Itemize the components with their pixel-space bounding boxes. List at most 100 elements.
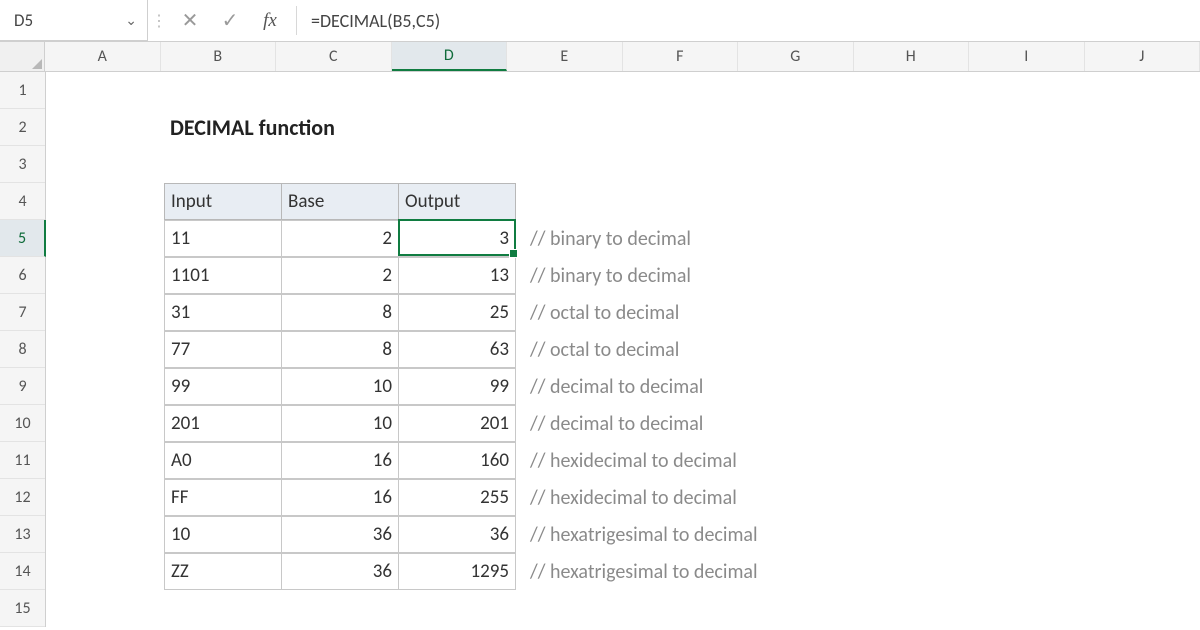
cell-comment[interactable]: // decimal to decimal bbox=[516, 405, 709, 442]
cell-input[interactable]: 99 bbox=[164, 368, 282, 405]
cell-A10[interactable] bbox=[46, 405, 164, 442]
table-header-base[interactable]: Base bbox=[281, 183, 399, 220]
table-row: 1123// binary to decimal bbox=[46, 220, 1200, 257]
row-1 bbox=[46, 72, 1200, 109]
cell-base[interactable]: 8 bbox=[281, 294, 399, 331]
col-header-A[interactable]: A bbox=[45, 42, 161, 71]
row-header-10[interactable]: 10 bbox=[0, 405, 45, 442]
cell-A1[interactable] bbox=[46, 72, 164, 109]
table-header-output[interactable]: Output bbox=[398, 183, 516, 220]
table-row: FF16255// hexidecimal to decimal bbox=[46, 479, 1200, 516]
row-header-3[interactable]: 3 bbox=[0, 146, 45, 183]
cell-input[interactable]: 1101 bbox=[164, 257, 282, 294]
cell-comment[interactable]: // binary to decimal bbox=[516, 257, 697, 294]
row-header-6[interactable]: 6 bbox=[0, 257, 45, 294]
col-header-J[interactable]: J bbox=[1085, 42, 1200, 71]
cell-input[interactable]: 201 bbox=[164, 405, 282, 442]
cell-comment[interactable]: // hexatrigesimal to decimal bbox=[516, 553, 764, 590]
cancel-formula-icon[interactable]: ✕ bbox=[170, 0, 210, 41]
row-header-4[interactable]: 4 bbox=[0, 183, 45, 220]
cell-A14[interactable] bbox=[46, 553, 164, 590]
cell-input[interactable]: 31 bbox=[164, 294, 282, 331]
accept-formula-icon[interactable]: ✓ bbox=[210, 0, 250, 41]
row-header-1[interactable]: 1 bbox=[0, 72, 45, 109]
cell-input[interactable]: FF bbox=[164, 479, 282, 516]
row-header-11[interactable]: 11 bbox=[0, 442, 45, 479]
cell-A5[interactable] bbox=[46, 220, 164, 257]
cell-comment[interactable]: // binary to decimal bbox=[516, 220, 697, 257]
chevron-down-icon[interactable]: ⌄ bbox=[125, 12, 137, 29]
row-header-15[interactable]: 15 bbox=[0, 590, 45, 627]
col-header-B[interactable]: B bbox=[161, 42, 277, 71]
cell-comment[interactable]: // hexatrigesimal to decimal bbox=[516, 516, 764, 553]
cells-area[interactable]: DECIMAL function Input Base Output 1123/… bbox=[46, 72, 1200, 627]
cell-input[interactable]: 11 bbox=[164, 220, 282, 257]
cell-input[interactable]: A0 bbox=[164, 442, 282, 479]
col-header-I[interactable]: I bbox=[969, 42, 1085, 71]
cell-A15[interactable] bbox=[46, 590, 164, 627]
cell-base[interactable]: 8 bbox=[281, 331, 399, 368]
row-header-12[interactable]: 12 bbox=[0, 479, 45, 516]
cell-base[interactable]: 10 bbox=[281, 405, 399, 442]
fx-icon[interactable]: fx bbox=[250, 0, 290, 41]
cell-A11[interactable] bbox=[46, 442, 164, 479]
cell-comment[interactable]: // decimal to decimal bbox=[516, 368, 709, 405]
cell-input[interactable]: ZZ bbox=[164, 553, 282, 590]
row-header-7[interactable]: 7 bbox=[0, 294, 45, 331]
row-header-14[interactable]: 14 bbox=[0, 553, 45, 590]
row-15 bbox=[46, 590, 1200, 627]
cell-A3[interactable] bbox=[46, 146, 164, 183]
row-header-9[interactable]: 9 bbox=[0, 368, 45, 405]
cell-output[interactable]: 63 bbox=[398, 331, 516, 368]
cell-base[interactable]: 36 bbox=[281, 516, 399, 553]
cell-output[interactable]: 25 bbox=[398, 294, 516, 331]
cell-base[interactable]: 2 bbox=[281, 257, 399, 294]
cell-A2[interactable] bbox=[46, 109, 164, 146]
col-header-G[interactable]: G bbox=[738, 42, 854, 71]
cell-base[interactable]: 2 bbox=[281, 220, 399, 257]
cell-A9[interactable] bbox=[46, 368, 164, 405]
cell-A6[interactable] bbox=[46, 257, 164, 294]
cell-comment[interactable]: // hexidecimal to decimal bbox=[516, 479, 743, 516]
cell-A13[interactable] bbox=[46, 516, 164, 553]
name-box[interactable]: D5 ⌄ bbox=[0, 0, 148, 41]
cell-base[interactable]: 10 bbox=[281, 368, 399, 405]
row-header-5[interactable]: 5 bbox=[0, 220, 46, 257]
cell-base[interactable]: 16 bbox=[281, 442, 399, 479]
cell-output[interactable]: 1295 bbox=[398, 553, 516, 590]
col-header-F[interactable]: F bbox=[623, 42, 739, 71]
col-header-E[interactable]: E bbox=[507, 42, 623, 71]
col-header-H[interactable]: H bbox=[854, 42, 970, 71]
cell-comment[interactable]: // octal to decimal bbox=[516, 294, 685, 331]
cell-comment[interactable]: // octal to decimal bbox=[516, 331, 685, 368]
formula-input[interactable]: =DECIMAL(B5,C5) bbox=[303, 0, 1200, 41]
cell-A12[interactable] bbox=[46, 479, 164, 516]
table-row: 1101213// binary to decimal bbox=[46, 257, 1200, 294]
table-row: A016160// hexidecimal to decimal bbox=[46, 442, 1200, 479]
page-title[interactable]: DECIMAL function bbox=[164, 109, 341, 146]
cell-A8[interactable] bbox=[46, 331, 164, 368]
col-header-D[interactable]: D bbox=[392, 42, 508, 71]
cell-output[interactable]: 99 bbox=[398, 368, 516, 405]
cell-A4[interactable] bbox=[46, 183, 164, 220]
table-header-input[interactable]: Input bbox=[164, 183, 282, 220]
cell-input[interactable]: 77 bbox=[164, 331, 282, 368]
col-header-C[interactable]: C bbox=[276, 42, 392, 71]
select-all-corner[interactable] bbox=[0, 42, 45, 71]
cell-input[interactable]: 10 bbox=[164, 516, 282, 553]
cell-A7[interactable] bbox=[46, 294, 164, 331]
cell-output[interactable]: 36 bbox=[398, 516, 516, 553]
cell-base[interactable]: 36 bbox=[281, 553, 399, 590]
cell-output[interactable]: 201 bbox=[398, 405, 516, 442]
cell-comment[interactable]: // hexidecimal to decimal bbox=[516, 442, 743, 479]
cell-output[interactable]: 255 bbox=[398, 479, 516, 516]
row-2: DECIMAL function bbox=[46, 109, 1200, 146]
row-header-8[interactable]: 8 bbox=[0, 331, 45, 368]
cell-output[interactable]: 3 bbox=[398, 220, 516, 257]
cell-base[interactable]: 16 bbox=[281, 479, 399, 516]
row-header-13[interactable]: 13 bbox=[0, 516, 45, 553]
cell-output[interactable]: 160 bbox=[398, 442, 516, 479]
name-box-value: D5 bbox=[14, 10, 33, 31]
row-header-2[interactable]: 2 bbox=[0, 109, 45, 146]
cell-output[interactable]: 13 bbox=[398, 257, 516, 294]
